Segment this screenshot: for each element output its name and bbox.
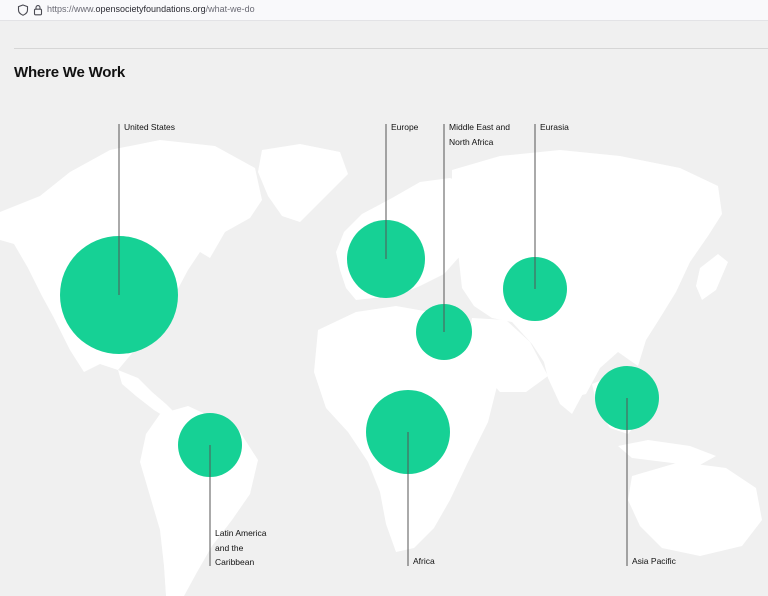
region-label-line: United States — [124, 122, 176, 132]
region-label-africa[interactable]: Africa — [413, 554, 435, 569]
region-label-middle-east-and-north-africa[interactable]: Middle East and North Africa — [449, 120, 510, 149]
land-japan — [696, 254, 728, 300]
where-we-work-map — [0, 124, 762, 596]
land-indonesia — [618, 440, 716, 466]
browser-address-bar[interactable]: https://www.opensocietyfoundations.org/w… — [0, 0, 768, 21]
region-label-line: Europe — [391, 122, 419, 132]
region-label-latin-america-and-the-caribbean[interactable]: Latin America and the Caribbean — [215, 526, 267, 570]
world-land — [0, 140, 762, 596]
region-label-line: Latin America — [215, 528, 267, 538]
region-label-line: Asia Pacific — [632, 556, 676, 566]
region-label-line: Middle East and — [449, 122, 510, 132]
region-label-line: and the — [215, 542, 244, 553]
region-label-line: Africa — [413, 556, 435, 566]
region-label-line: Caribbean — [215, 557, 255, 567]
url-path: /what-we-do — [205, 4, 255, 14]
region-label-asia-pacific[interactable]: Asia Pacific — [632, 554, 676, 569]
page-title: Where We Work — [14, 64, 126, 81]
region-label-europe[interactable]: Europe — [391, 120, 418, 135]
url-host: opensocietyfoundations.org — [95, 4, 206, 14]
section-divider — [14, 48, 768, 49]
region-label-eurasia[interactable]: Eurasia — [540, 120, 569, 135]
region-label-line: North Africa — [449, 136, 494, 147]
lock-icon[interactable] — [32, 4, 44, 16]
region-label-line: Eurasia — [540, 122, 569, 132]
url-text[interactable]: https://www.opensocietyfoundations.org/w… — [47, 4, 255, 14]
shield-icon[interactable] — [17, 4, 29, 16]
land-india — [540, 340, 592, 414]
url-prefix: https://www. — [47, 4, 96, 14]
land-australia — [628, 462, 762, 556]
region-label-united-states[interactable]: United States — [124, 120, 175, 135]
land-greenland — [258, 144, 348, 222]
